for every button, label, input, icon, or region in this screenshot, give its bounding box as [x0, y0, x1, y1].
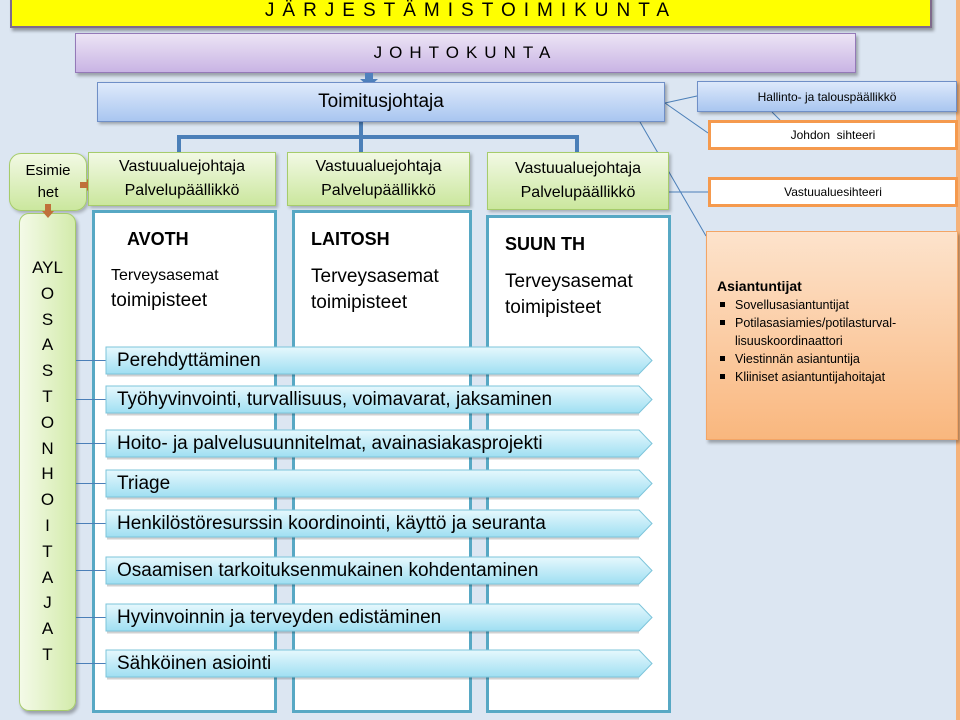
area-secretary-box[interactable]: Vastuualuesihteeri [708, 177, 958, 207]
admin-to-secretary-line [771, 111, 781, 121]
ceo-branch-line [177, 135, 579, 152]
pillar-letter: T [42, 644, 53, 664]
area-head-subtitle: Palvelupäällikkö [321, 182, 436, 199]
unit-line2: toimipisteet [311, 292, 408, 313]
area-head-subtitle: Palvelupäällikkö [124, 182, 240, 199]
pillar-letter: O [40, 412, 55, 432]
admin-finance-manager-box[interactable]: Hallinto- ja talouspäällikkö [697, 81, 957, 112]
task-arrow[interactable]: Hyvinvoinnin ja terveyden edistäminen [105, 603, 653, 634]
task-arrow[interactable]: Triage [105, 469, 653, 500]
task-arrow[interactable]: Sähköinen asiointi [105, 649, 653, 680]
pillar-letter: A [41, 567, 54, 587]
experts-item: Kliiniset asiantuntijahoitajat [720, 368, 949, 386]
area-head-title: Vastuualuejohtaja [315, 158, 442, 175]
admin-finance-manager-label: Hallinto- ja talouspäällikkö [757, 89, 897, 104]
organizing-committee-box[interactable]: JÄRJESTÄMISTOIMIKUNTA [10, 0, 932, 28]
unit-name: LAITOSH [311, 229, 390, 249]
task-label: Työhyvinvointi, turvallisuus, voimavarat… [117, 388, 553, 410]
task-label: Henkilöstöresurssin koordinointi, käyttö… [117, 512, 546, 534]
task-connector-line [76, 483, 106, 484]
unit-name: SUUN TH [505, 234, 585, 254]
board-box[interactable]: JOHTOKUNTA [75, 33, 856, 73]
organizing-committee-label: JÄRJESTÄMISTOIMIKUNTA [264, 0, 678, 21]
task-label: Triage [117, 472, 171, 494]
pillar-letter: O [40, 283, 55, 303]
task-connector-line [76, 443, 106, 444]
board-label: JOHTOKUNTA [373, 43, 558, 62]
task-arrow[interactable]: Perehdyttäminen [105, 346, 653, 377]
management-secretary-label: Johdon sihteeri [790, 128, 876, 142]
area-head-box[interactable]: Vastuualuejohtaja Palvelupäällikkö [287, 152, 470, 206]
unit-column-laitosh[interactable]: LAITOSH Terveysasemat toimipisteet [292, 210, 472, 713]
unit-line2: toimipisteet [505, 297, 602, 318]
experts-title: Asiantuntijat [717, 278, 802, 294]
pillar-letter: O [40, 490, 55, 510]
task-arrow[interactable]: Henkilöstöresurssin koordinointi, käyttö… [105, 509, 653, 540]
pillar-letter: A [41, 335, 54, 355]
task-label: Sähköinen asiointi [117, 652, 272, 674]
supervisors-label-line2: het [37, 184, 59, 201]
ceo-to-admin-line [664, 95, 698, 104]
pillar-letter: A [41, 619, 54, 639]
unit-column-suun-th[interactable]: SUUN TH Terveysasemat toimipisteet [486, 215, 671, 713]
task-label: Perehdyttäminen [117, 349, 261, 371]
ceo-box[interactable]: Toimitusjohtaja [97, 82, 665, 122]
task-arrow[interactable]: Hoito- ja palvelusuunnitelmat, avainasia… [105, 429, 653, 460]
task-label: Hoito- ja palvelusuunnitelmat, avainasia… [117, 432, 543, 454]
supervisors-box[interactable]: Esimie het [9, 153, 87, 211]
area-head-title: Vastuualuejohtaja [118, 158, 246, 175]
pillar-letter: T [42, 386, 53, 406]
task-arrow[interactable]: Työhyvinvointi, turvallisuus, voimavarat… [105, 385, 653, 416]
ceo-label: Toimitusjohtaja [318, 91, 444, 112]
area-secretary-label: Vastuualuesihteeri [784, 185, 882, 199]
pillar-letter: I [45, 515, 50, 535]
pillar-letter: N [41, 438, 54, 458]
task-connector-line [76, 570, 106, 571]
unit-name: AVOTH [127, 229, 189, 249]
pillar-letter: S [41, 361, 54, 381]
unit-line1: Terveysasemat [505, 271, 633, 292]
pillar-letter: S [41, 309, 54, 329]
pillar-letter: T [42, 541, 53, 561]
task-label: Osaamisen tarkoituksenmukainen kohdentam… [117, 559, 539, 581]
task-arrow[interactable]: Osaamisen tarkoituksenmukainen kohdentam… [105, 556, 653, 587]
pillar-letter: AYL [32, 258, 63, 277]
management-secretary-box[interactable]: Johdon sihteeri [708, 120, 958, 150]
supervisors-label-line1: Esimie [25, 162, 71, 179]
pillar-letter: H [41, 464, 54, 484]
down-arrow-small-icon [42, 204, 54, 218]
area-head-subtitle: Palvelupäällikkö [520, 184, 636, 201]
task-connector-line [76, 617, 106, 618]
head-nurses-pillar[interactable]: AYL O S A S T O N H O I T A J A T [19, 213, 76, 711]
area-head-title: Vastuualuejohtaja [514, 160, 642, 177]
task-label: Hyvinvoinnin ja terveyden edistäminen [117, 606, 442, 628]
experts-box[interactable]: Asiantuntijat Sovellusasiantuntijat Poti… [706, 231, 958, 440]
experts-item: Viestinnän asiantuntija [720, 350, 949, 368]
task-connector-line [76, 523, 106, 524]
unit-line2: toimipisteet [111, 290, 208, 311]
unit-line1: Terveysasemat [311, 266, 439, 287]
pillar-letter: J [43, 593, 52, 613]
experts-item: Sovellusasiantuntijat [720, 296, 949, 314]
task-connector-line [76, 399, 106, 400]
task-connector-line [76, 360, 106, 361]
experts-item: Potilasasiamies/potilasturval-lisuuskoor… [720, 314, 949, 350]
unit-column-avoth[interactable]: AVOTH Terveysasemat toimipisteet [92, 210, 277, 713]
experts-list: Sovellusasiantuntijat Potilasasiamies/po… [717, 296, 949, 386]
task-connector-line [76, 663, 106, 664]
unit-line1: Terveysasemat [111, 267, 219, 284]
area-head-box[interactable]: Vastuualuejohtaja Palvelupäällikkö [487, 152, 669, 210]
area-head-box[interactable]: Vastuualuejohtaja Palvelupäällikkö [88, 152, 276, 206]
